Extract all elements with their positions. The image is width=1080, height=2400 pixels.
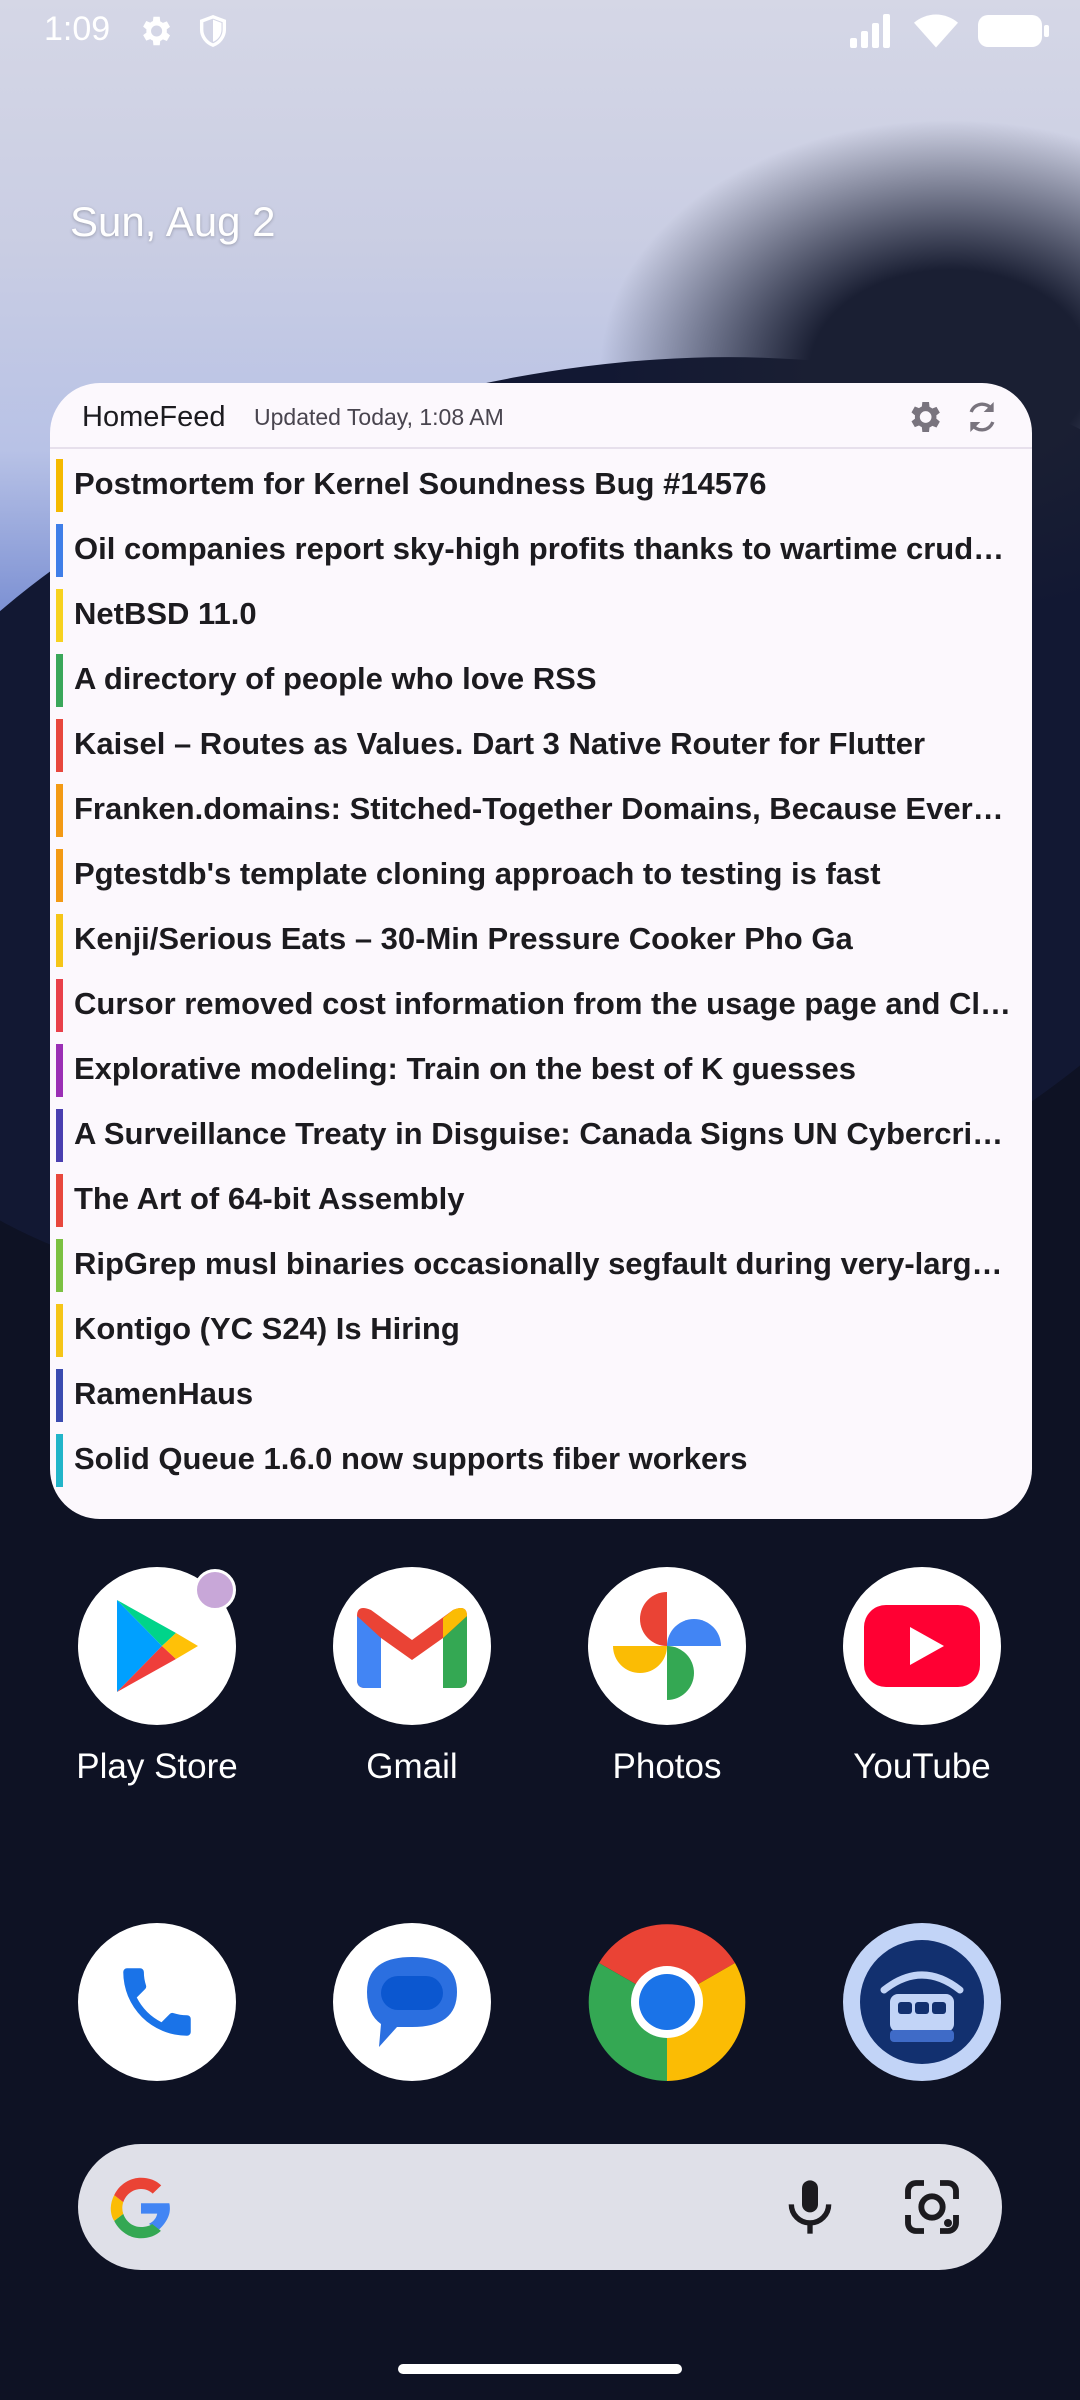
- app-label: Gmail: [366, 1747, 458, 1786]
- widget-updated-text: Updated Today, 1:08 AM: [254, 404, 504, 430]
- feed-item-color-bar: [56, 1369, 63, 1422]
- feed-item[interactable]: Postmortem for Kernel Soundness Bug #145…: [50, 453, 1032, 518]
- widget-refresh-icon[interactable]: [962, 397, 1002, 437]
- feed-item-color-bar: [56, 914, 63, 967]
- google-g-icon: [108, 2175, 174, 2246]
- chrome-icon: [588, 1923, 746, 2081]
- feed-item-title: Franken.domains: Stitched-Together Domai…: [74, 791, 1014, 826]
- feed-item-title: Cursor removed cost information from the…: [74, 986, 1014, 1021]
- feed-item[interactable]: Kaisel – Routes as Values. Dart 3 Native…: [50, 713, 1032, 778]
- status-bar: 1:09: [0, 0, 1080, 66]
- app-label: Photos: [612, 1747, 722, 1786]
- feed-item[interactable]: Solid Queue 1.6.0 now supports fiber wor…: [50, 1428, 1032, 1493]
- youtube-icon: [843, 1567, 1001, 1725]
- messages-icon: [333, 1923, 491, 2081]
- feed-item-title: A directory of people who love RSS: [74, 661, 597, 696]
- notification-dot: [194, 1569, 236, 1611]
- feed-item-color-bar: [56, 849, 63, 902]
- wifi-icon: [914, 14, 958, 53]
- feed-item[interactable]: NetBSD 11.0: [50, 583, 1032, 648]
- feed-item-color-bar: [56, 784, 63, 837]
- battery-icon: [978, 14, 1050, 53]
- feed-item[interactable]: Pgtestdb's template cloning approach to …: [50, 843, 1032, 908]
- lens-icon[interactable]: [900, 2175, 964, 2244]
- feed-item-title: Kaisel – Routes as Values. Dart 3 Native…: [74, 726, 926, 761]
- mic-icon[interactable]: [778, 2175, 842, 2244]
- play-store-icon: [78, 1567, 236, 1725]
- feed-item[interactable]: Explorative modeling: Train on the best …: [50, 1038, 1032, 1103]
- app-gmail[interactable]: Gmail: [302, 1567, 522, 1787]
- feed-item-color-bar: [56, 1304, 63, 1357]
- gmail-icon: [333, 1567, 491, 1725]
- feed-item-title: The Art of 64-bit Assembly: [74, 1181, 465, 1216]
- app-label: Play Store: [76, 1747, 238, 1786]
- feed-item[interactable]: Kontigo (YC S24) Is Hiring: [50, 1298, 1032, 1363]
- shield-icon: [196, 12, 230, 55]
- feed-list: Postmortem for Kernel Soundness Bug #145…: [50, 453, 1032, 1493]
- app-label: YouTube: [853, 1747, 991, 1786]
- dock-messages[interactable]: [302, 1923, 522, 2081]
- widget-settings-icon[interactable]: [904, 397, 944, 437]
- feed-item-color-bar: [56, 589, 63, 642]
- feed-item[interactable]: Kenji/Serious Eats – 30-Min Pressure Coo…: [50, 908, 1032, 973]
- app-play-store[interactable]: Play Store: [47, 1567, 267, 1787]
- feed-item-title: Kenji/Serious Eats – 30-Min Pressure Coo…: [74, 921, 853, 956]
- home-indicator[interactable]: [398, 2364, 682, 2374]
- feed-item-title: Solid Queue 1.6.0 now supports fiber wor…: [74, 1441, 748, 1476]
- feed-item-color-bar: [56, 654, 63, 707]
- photos-icon: [588, 1567, 746, 1725]
- widget-header: HomeFeed Updated Today, 1:08 AM: [50, 383, 1032, 447]
- feed-item[interactable]: Oil companies report sky-high profits th…: [50, 518, 1032, 583]
- feed-item-title: RamenHaus: [74, 1376, 254, 1411]
- homefeed-app-icon: [843, 1923, 1001, 2081]
- feed-item-color-bar: [56, 979, 63, 1032]
- feed-item-color-bar: [56, 459, 63, 512]
- dock-phone[interactable]: [47, 1923, 267, 2081]
- feed-item-color-bar: [56, 1174, 63, 1227]
- feed-item[interactable]: RipGrep musl binaries occasionally segfa…: [50, 1233, 1032, 1298]
- feed-item-title: Pgtestdb's template cloning approach to …: [74, 856, 881, 891]
- feed-item-title: Oil companies report sky-high profits th…: [74, 531, 1014, 566]
- app-photos[interactable]: Photos: [557, 1567, 777, 1787]
- google-search-bar[interactable]: [78, 2144, 1002, 2270]
- feed-item-color-bar: [56, 1239, 63, 1292]
- signal-icon: [850, 14, 894, 53]
- feed-item[interactable]: A directory of people who love RSS: [50, 648, 1032, 713]
- app-youtube[interactable]: YouTube: [812, 1567, 1032, 1787]
- dock-homefeed[interactable]: [812, 1923, 1032, 2081]
- feed-item-title: RipGrep musl binaries occasionally segfa…: [74, 1246, 1014, 1281]
- feed-item-title: Postmortem for Kernel Soundness Bug #145…: [74, 466, 767, 501]
- homefeed-widget[interactable]: HomeFeed Updated Today, 1:08 AM Postmort…: [50, 383, 1032, 1519]
- date-text[interactable]: Sun, Aug 2: [70, 198, 276, 246]
- phone-icon: [78, 1923, 236, 2081]
- dock-chrome[interactable]: [557, 1923, 777, 2081]
- widget-title[interactable]: HomeFeed: [82, 401, 225, 434]
- feed-item-color-bar: [56, 1109, 63, 1162]
- feed-item[interactable]: A Surveillance Treaty in Disguise: Canad…: [50, 1103, 1032, 1168]
- feed-item-color-bar: [56, 1044, 63, 1097]
- feed-item-title: A Surveillance Treaty in Disguise: Canad…: [74, 1116, 1014, 1151]
- feed-item[interactable]: Franken.domains: Stitched-Together Domai…: [50, 778, 1032, 843]
- feed-item-title: Explorative modeling: Train on the best …: [74, 1051, 857, 1086]
- feed-item[interactable]: RamenHaus: [50, 1363, 1032, 1428]
- settings-icon: [136, 12, 174, 55]
- status-time: 1:09: [44, 10, 111, 48]
- feed-item-color-bar: [56, 524, 63, 577]
- feed-item-title: Kontigo (YC S24) Is Hiring: [74, 1311, 460, 1346]
- feed-item[interactable]: The Art of 64-bit Assembly: [50, 1168, 1032, 1233]
- feed-item[interactable]: Cursor removed cost information from the…: [50, 973, 1032, 1038]
- feed-item-title: NetBSD 11.0: [74, 596, 257, 631]
- feed-item-color-bar: [56, 719, 63, 772]
- feed-item-color-bar: [56, 1434, 63, 1487]
- widget-divider: [50, 447, 1032, 449]
